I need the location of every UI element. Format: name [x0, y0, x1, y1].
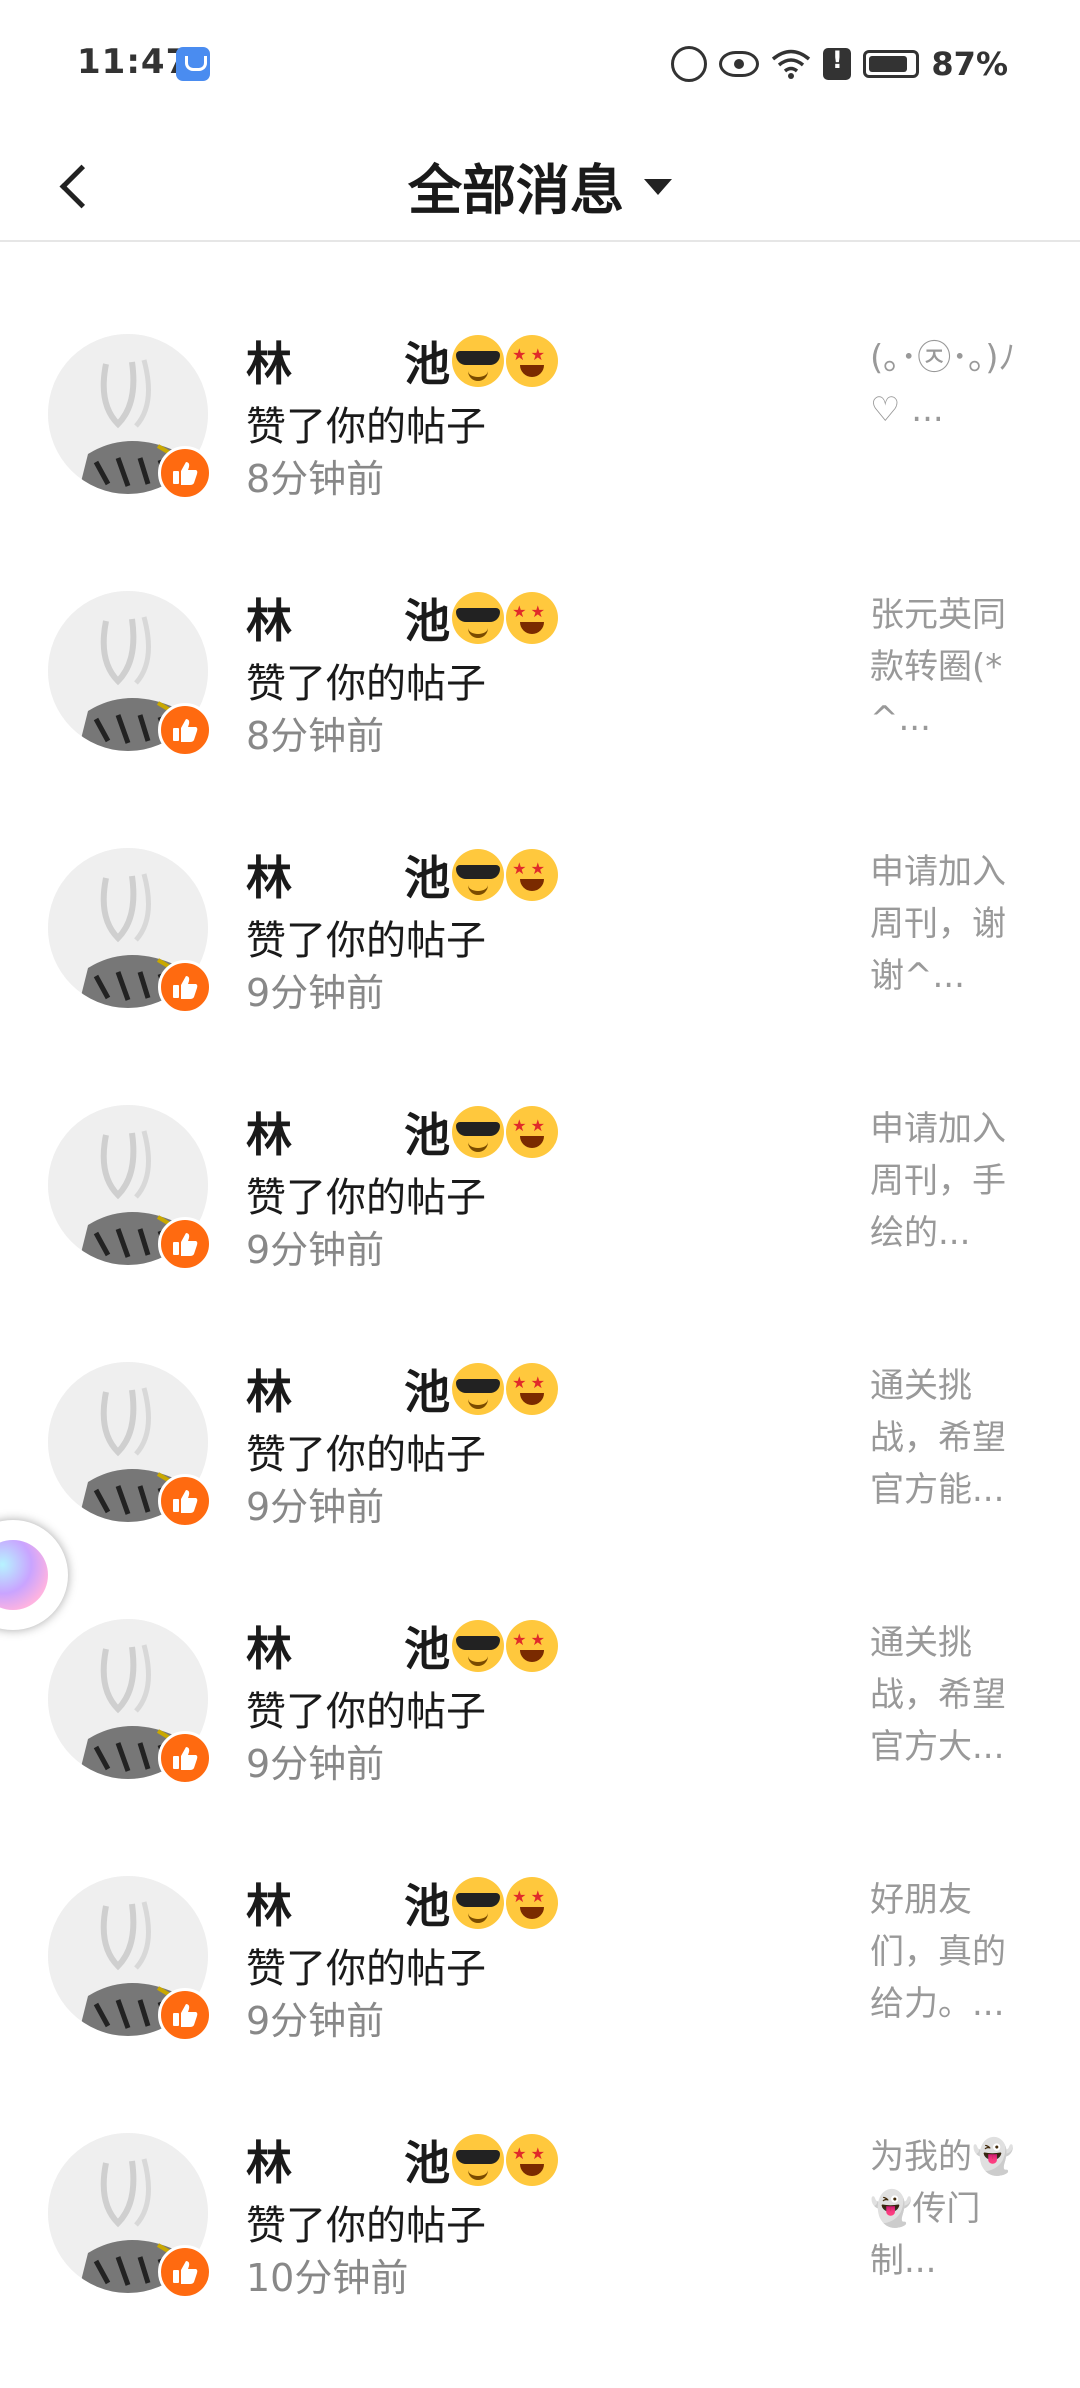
thumbs-up-icon: [158, 242, 212, 243]
user-name: 林 池: [246, 1879, 451, 1933]
caret-down-icon: [644, 179, 672, 195]
user-name-line: 林 池: [246, 2129, 559, 2191]
sunglasses-emoji-icon: [452, 1363, 505, 1415]
sunglasses-emoji-icon: [452, 1106, 505, 1158]
app-notification-icon: [176, 47, 210, 81]
thumbs-up-icon: [158, 1731, 212, 1785]
user-name: 林 池: [246, 851, 451, 905]
user-name: 林 池: [246, 1622, 451, 1676]
list-item[interactable]: 林 池 赞了你的帖子 8分钟前 (｡･㉨･｡)ﾉ♡ ...: [0, 296, 1080, 553]
action-text: 赞了你的帖子: [246, 661, 486, 707]
sunglasses-emoji-icon: [452, 2134, 505, 2186]
list-item[interactable]: 赞了你的帖子 8分钟前 ♡ ...: [0, 242, 1080, 296]
thumbs-up-icon: [158, 960, 212, 1014]
list-item[interactable]: 林 池 赞了你的帖子 9分钟前 通关挑战，希望官方大...: [0, 1581, 1080, 1838]
wifi-icon: [771, 48, 811, 80]
action-text: 赞了你的帖子: [246, 1946, 486, 1992]
list-item[interactable]: 林 池 赞了你的帖子 9分钟前 好朋友们，真的给力。...: [0, 1838, 1080, 2095]
sunglasses-emoji-icon: [452, 592, 505, 644]
post-preview[interactable]: 为我的👻👻传门制...: [870, 2131, 1030, 2287]
post-preview[interactable]: (｡･㉨･｡)ﾉ♡ ...: [870, 332, 1030, 436]
thumbs-up-icon: [158, 1217, 212, 1271]
thumbs-up-icon: [158, 1988, 212, 2042]
status-icons: 87%: [671, 44, 1008, 84]
timestamp: 9分钟前: [246, 971, 385, 1015]
header: 全部消息: [0, 130, 1080, 242]
thumbs-up-icon: [158, 1474, 212, 1528]
action-text: 赞了你的帖子: [246, 1175, 486, 1221]
user-name: 林 池: [246, 1108, 451, 1162]
star-struck-emoji-icon: [506, 2134, 559, 2186]
post-preview[interactable]: 好朋友们，真的给力。...: [870, 1874, 1030, 2030]
action-text: 赞了你的帖子: [246, 1689, 486, 1735]
alert-icon: [823, 46, 852, 80]
sunglasses-emoji-icon: [452, 1620, 505, 1672]
timestamp: 8分钟前: [246, 457, 385, 501]
user-name-line: 林 池: [246, 1872, 559, 1934]
list-item[interactable]: 林 池 赞了你的帖子 9分钟前 通关挑战，希望官方能...: [0, 1324, 1080, 1581]
star-struck-emoji-icon: [506, 1620, 559, 1672]
thumbs-up-icon: [158, 446, 212, 500]
thumbs-up-icon: [158, 2245, 212, 2299]
action-text: 赞了你的帖子: [246, 2203, 486, 2249]
timestamp: 9分钟前: [246, 1999, 385, 2043]
user-name: 林 池: [246, 594, 451, 648]
list-item[interactable]: 林 池 赞了你的帖子 8分钟前 张元英同款转圈(*^...: [0, 553, 1080, 810]
list-item[interactable]: 林 池 赞了你的帖子 9分钟前 申请加入周刊，手绘的...: [0, 1067, 1080, 1324]
star-struck-emoji-icon: [506, 1363, 559, 1415]
battery-percent: 87%: [931, 45, 1008, 83]
user-name-line: 林 池: [246, 330, 559, 392]
list-item[interactable]: 林 池 赞了你的帖子 10分钟前 为我的👻👻传门制...: [0, 2095, 1080, 2352]
data-saver-icon: [671, 46, 708, 82]
star-struck-emoji-icon: [506, 849, 559, 901]
sunglasses-emoji-icon: [452, 849, 505, 901]
status-bar: 11:47 87%: [0, 0, 1080, 130]
star-struck-emoji-icon: [506, 1106, 559, 1158]
star-struck-emoji-icon: [506, 1877, 559, 1929]
timestamp: 8分钟前: [246, 714, 385, 758]
user-name-line: 林 池: [246, 1358, 559, 1420]
list-item[interactable]: 林 池 赞了你的帖子 9分钟前 申请加入周刊，谢谢^...: [0, 810, 1080, 1067]
post-preview[interactable]: 张元英同款转圈(*^...: [870, 589, 1030, 745]
thumbs-up-icon: [158, 703, 212, 757]
user-name: 林 池: [246, 2136, 451, 2190]
message-list[interactable]: 赞了你的帖子 8分钟前 ♡ ...: [0, 242, 1080, 2388]
post-preview[interactable]: 申请加入周刊，谢谢^...: [870, 846, 1030, 1002]
star-struck-emoji-icon: [506, 592, 559, 644]
post-preview[interactable]: 通关挑战，希望官方能...: [870, 1360, 1030, 1516]
post-preview[interactable]: 通关挑战，希望官方大...: [870, 1617, 1030, 1773]
timestamp: 8分钟前: [246, 242, 384, 246]
user-name-line: 林 池: [246, 1615, 559, 1677]
sunglasses-emoji-icon: [452, 335, 505, 387]
title-dropdown[interactable]: 全部消息: [0, 130, 1080, 240]
status-time: 11:47: [77, 42, 191, 82]
timestamp: 9分钟前: [246, 1485, 385, 1529]
post-preview[interactable]: 申请加入周刊，手绘的...: [870, 1103, 1030, 1259]
user-name-line: 林 池: [246, 844, 559, 906]
action-text: 赞了你的帖子: [246, 918, 486, 964]
sunglasses-emoji-icon: [452, 1877, 505, 1929]
timestamp: 10分钟前: [246, 2256, 409, 2300]
star-struck-emoji-icon: [506, 335, 559, 387]
action-text: 赞了你的帖子: [246, 404, 486, 450]
action-text: 赞了你的帖子: [246, 1432, 486, 1478]
user-name-line: 林 池: [246, 587, 559, 649]
battery-icon: [863, 50, 920, 78]
user-name: 林 池: [246, 337, 451, 391]
user-name: 林 池: [246, 1365, 451, 1419]
eye-icon: [719, 51, 760, 77]
page-title: 全部消息: [408, 158, 624, 222]
timestamp: 9分钟前: [246, 1742, 385, 1786]
user-name-line: 林 池: [246, 1101, 559, 1163]
timestamp: 9分钟前: [246, 1228, 385, 1272]
